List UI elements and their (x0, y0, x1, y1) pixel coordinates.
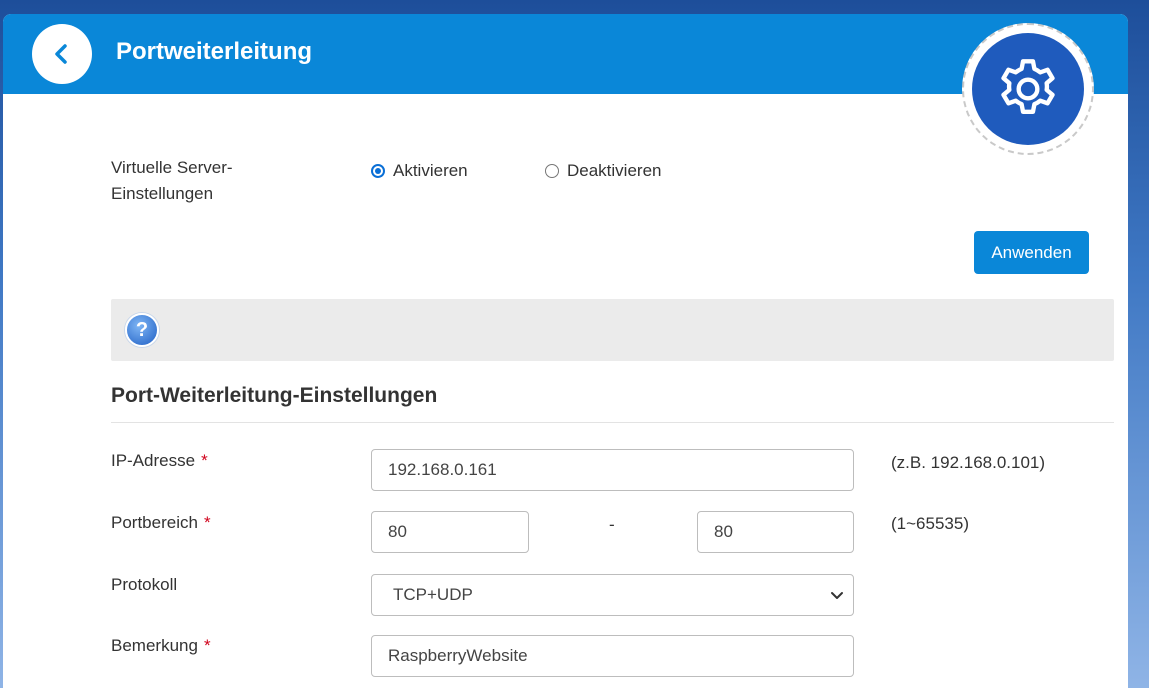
remark-value: RaspberryWebsite (388, 646, 528, 665)
radio-deactivate[interactable]: Deaktivieren (545, 161, 662, 181)
gear-icon (1001, 59, 1055, 114)
protocol-value: TCP+UDP (393, 585, 473, 604)
radio-deactivate-dot[interactable] (545, 164, 559, 178)
virtual-server-label-line2: Einstellungen (111, 184, 214, 203)
ip-address-input[interactable]: 192.168.0.161 (371, 449, 854, 491)
ip-required-mark: * (201, 451, 208, 470)
port-range-separator: - (609, 515, 615, 534)
port-from-value: 80 (388, 522, 407, 541)
port-hint: (1~65535) (891, 514, 969, 533)
port-forwarding-panel: Portweiterleitung Virtuelle Server- Eins… (3, 14, 1128, 688)
virtual-server-label: Virtuelle Server- Einstellungen (111, 155, 233, 207)
back-button[interactable] (32, 24, 92, 84)
remark-input[interactable]: RaspberryWebsite (371, 635, 854, 677)
help-bar: ? (111, 299, 1114, 361)
radio-activate-label: Aktivieren (393, 161, 468, 180)
ip-label-text: IP-Adresse (111, 451, 196, 470)
port-label: Portbereich * (111, 510, 211, 536)
port-required-mark: * (203, 513, 211, 532)
gear-circle (972, 33, 1084, 145)
protocol-select[interactable]: TCP+UDP (371, 574, 854, 616)
protocol-label: Protokoll (111, 575, 178, 594)
port-to-value: 80 (714, 522, 733, 541)
radio-activate-dot[interactable] (371, 164, 385, 178)
radio-activate[interactable]: Aktivieren (371, 161, 468, 181)
settings-badge (962, 23, 1094, 155)
apply-button[interactable]: Anwenden (974, 231, 1089, 274)
remark-label: Bemerkung * (111, 633, 211, 659)
remark-label-text: Bemerkung (111, 636, 198, 655)
port-label-text: Portbereich (111, 513, 198, 532)
ip-address-value: 192.168.0.161 (388, 460, 497, 479)
port-to-input[interactable]: 80 (697, 511, 854, 553)
header-bar: Portweiterleitung (3, 14, 1128, 94)
radio-deactivate-label: Deaktivieren (567, 161, 662, 180)
port-from-input[interactable]: 80 (371, 511, 529, 553)
ip-label: IP-Adresse * (111, 448, 208, 474)
section-divider (111, 422, 1114, 423)
chevron-down-icon (831, 592, 843, 599)
chevron-left-icon (55, 44, 67, 64)
page-title: Portweiterleitung (116, 38, 313, 65)
help-icon[interactable]: ? (125, 313, 159, 347)
remark-required-mark: * (203, 636, 211, 655)
section-title: Port-Weiterleitung-Einstellungen (111, 384, 438, 407)
virtual-server-label-line1: Virtuelle Server- (111, 158, 233, 177)
ip-hint: (z.B. 192.168.0.101) (891, 453, 1046, 472)
